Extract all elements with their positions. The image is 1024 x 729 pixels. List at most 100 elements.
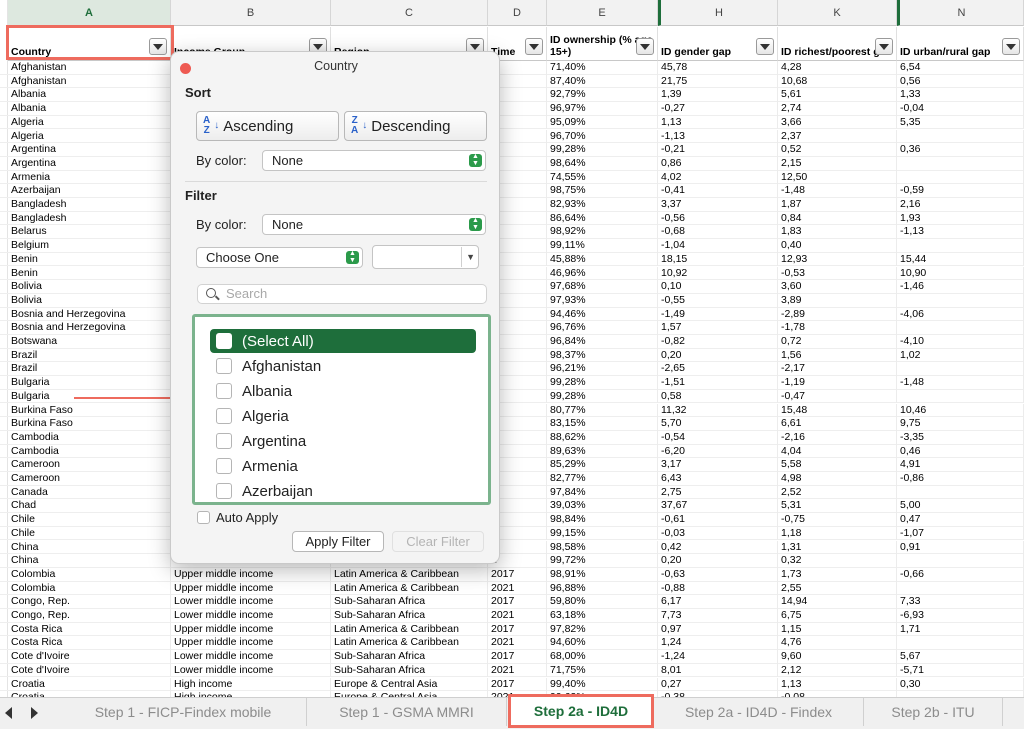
table-cell[interactable]: 0,47: [897, 513, 1024, 527]
table-cell[interactable]: [897, 485, 1024, 500]
checkbox[interactable]: [216, 483, 232, 499]
table-cell[interactable]: -1,48: [778, 184, 897, 198]
table-cell[interactable]: High income: [171, 677, 331, 692]
table-cell[interactable]: 4,76: [778, 636, 897, 651]
header-cell-id-urban-rural[interactable]: ID urban/rural gap: [897, 27, 1024, 61]
table-cell[interactable]: 2,74: [778, 102, 897, 116]
table-cell[interactable]: [897, 156, 1024, 171]
table-cell[interactable]: 2,37: [778, 129, 897, 144]
table-cell[interactable]: 2021: [488, 663, 547, 678]
table-cell[interactable]: 37,67: [658, 499, 778, 514]
table-cell[interactable]: Sub-Saharan Africa: [331, 595, 488, 609]
table-cell[interactable]: Cambodia: [8, 430, 171, 445]
column-header-h[interactable]: H: [658, 0, 778, 26]
table-cell[interactable]: China: [8, 554, 171, 568]
table-cell[interactable]: -0,21: [658, 143, 778, 157]
table-cell[interactable]: Burkina Faso: [8, 403, 171, 418]
table-cell[interactable]: -4,10: [897, 335, 1024, 349]
table-cell[interactable]: 6,17: [658, 595, 778, 609]
table-cell[interactable]: Belarus: [8, 225, 171, 240]
table-cell[interactable]: Upper middle income: [171, 567, 331, 582]
table-cell[interactable]: Bolivia: [8, 293, 171, 308]
table-cell[interactable]: 14,94: [778, 595, 897, 609]
table-cell[interactable]: 0,10: [658, 280, 778, 294]
table-cell[interactable]: 9,75: [897, 417, 1024, 431]
id-ownership-filter-button[interactable]: [636, 38, 654, 55]
table-cell[interactable]: Cameroon: [8, 472, 171, 486]
table-cell[interactable]: -0,61: [658, 513, 778, 527]
table-cell[interactable]: [897, 170, 1024, 185]
table-cell[interactable]: 2017: [488, 595, 547, 609]
header-cell-id-gender-gap[interactable]: ID gender gap: [658, 27, 778, 61]
table-cell[interactable]: [897, 129, 1024, 144]
table-cell[interactable]: 9,60: [778, 650, 897, 664]
list-item-select-all[interactable]: (Select All): [210, 329, 476, 353]
table-cell[interactable]: Upper middle income: [171, 581, 331, 596]
sort-color-select[interactable]: None ▲ ▼: [262, 150, 486, 171]
table-cell[interactable]: 83,15%: [547, 417, 658, 431]
table-cell[interactable]: -6,20: [658, 444, 778, 459]
checkbox[interactable]: [216, 408, 232, 424]
table-cell[interactable]: -0,68: [658, 225, 778, 240]
table-cell[interactable]: [897, 321, 1024, 335]
table-cell[interactable]: [897, 293, 1024, 308]
table-cell[interactable]: 97,84%: [547, 485, 658, 500]
table-cell[interactable]: Azerbaijan: [8, 184, 171, 198]
table-cell[interactable]: 98,58%: [547, 540, 658, 555]
table-cell[interactable]: 86,64%: [547, 211, 658, 226]
table-cell[interactable]: Benin: [8, 252, 171, 267]
table-cell[interactable]: 8,01: [658, 663, 778, 678]
table-cell[interactable]: 97,82%: [547, 622, 658, 637]
table-cell[interactable]: 0,58: [658, 389, 778, 404]
table-cell[interactable]: 71,75%: [547, 663, 658, 678]
table-cell[interactable]: 5,70: [658, 417, 778, 431]
table-cell[interactable]: -2,16: [778, 430, 897, 445]
condition-select[interactable]: Choose One ▲ ▼: [196, 247, 363, 268]
table-cell[interactable]: 0,36: [897, 143, 1024, 157]
table-cell[interactable]: 10,46: [897, 403, 1024, 418]
table-cell[interactable]: 15,48: [778, 403, 897, 418]
table-cell[interactable]: 11,32: [658, 403, 778, 418]
table-cell[interactable]: 94,46%: [547, 307, 658, 322]
table-cell[interactable]: 2,12: [778, 663, 897, 678]
filter-color-select[interactable]: None ▲ ▼: [262, 214, 486, 235]
table-cell[interactable]: 99,28%: [547, 143, 658, 157]
tab-step2b-itu[interactable]: Step 2b - ITU: [864, 698, 1003, 726]
table-cell[interactable]: 1,02: [897, 348, 1024, 363]
column-header-n[interactable]: N: [897, 0, 1024, 26]
table-cell[interactable]: 92,79%: [547, 88, 658, 103]
table-cell[interactable]: 0,84: [778, 211, 897, 226]
table-cell[interactable]: 82,93%: [547, 198, 658, 212]
tab-step1-ficp-findex-mobile[interactable]: Step 1 - FICP-Findex mobile: [60, 698, 307, 726]
checkbox[interactable]: [216, 333, 232, 349]
table-cell[interactable]: Lower middle income: [171, 609, 331, 623]
table-cell[interactable]: 3,17: [658, 458, 778, 472]
table-cell[interactable]: -1,48: [897, 376, 1024, 390]
column-header-e[interactable]: E: [547, 0, 658, 26]
table-cell[interactable]: Brazil: [8, 362, 171, 377]
table-cell[interactable]: Canada: [8, 485, 171, 500]
table-cell[interactable]: 15,44: [897, 252, 1024, 267]
table-cell[interactable]: 98,75%: [547, 184, 658, 198]
table-cell[interactable]: -0,56: [658, 211, 778, 226]
table-cell[interactable]: 1,18: [778, 526, 897, 541]
table-cell[interactable]: -0,55: [658, 293, 778, 308]
table-cell[interactable]: -1,24: [658, 650, 778, 664]
table-cell[interactable]: 96,76%: [547, 321, 658, 335]
table-cell[interactable]: -1,19: [778, 376, 897, 390]
table-cell[interactable]: Sub-Saharan Africa: [331, 609, 488, 623]
table-cell[interactable]: Latin America & Caribbean: [331, 567, 488, 582]
table-cell[interactable]: 2,52: [778, 485, 897, 500]
table-cell[interactable]: -1,04: [658, 239, 778, 253]
table-cell[interactable]: -0,53: [778, 266, 897, 281]
table-cell[interactable]: 0,97: [658, 622, 778, 637]
table-cell[interactable]: -1,13: [897, 225, 1024, 240]
table-cell[interactable]: 0,56: [897, 74, 1024, 89]
table-cell[interactable]: 46,96%: [547, 266, 658, 281]
table-cell[interactable]: 3,89: [778, 293, 897, 308]
list-item[interactable]: Algeria: [210, 404, 476, 428]
table-cell[interactable]: Argentina: [8, 156, 171, 171]
table-cell[interactable]: 97,68%: [547, 280, 658, 294]
table-cell[interactable]: Bangladesh: [8, 198, 171, 212]
table-cell[interactable]: 1,24: [658, 636, 778, 651]
